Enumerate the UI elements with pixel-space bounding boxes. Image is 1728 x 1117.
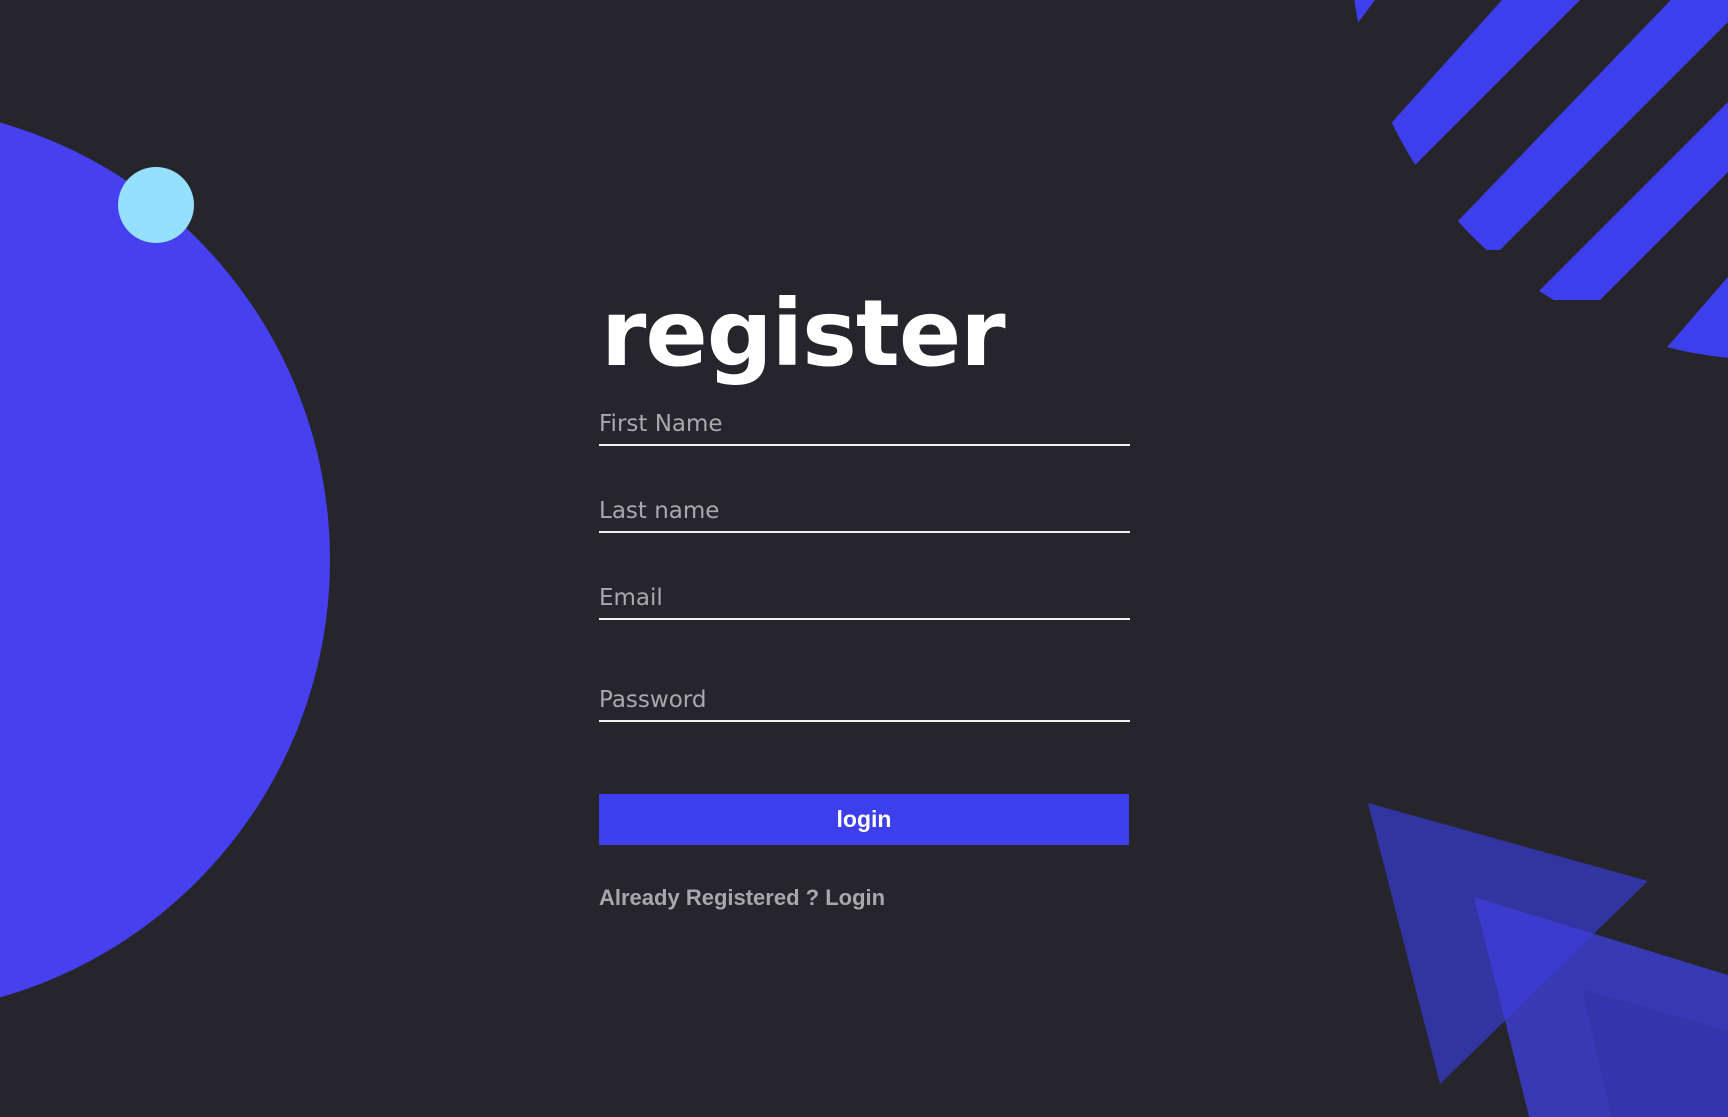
triangles-shape	[1368, 803, 1728, 1117]
last-name-field-wrapper	[599, 491, 1130, 533]
first-name-field-wrapper	[599, 404, 1130, 446]
diagonal-stripes-shape	[1350, 0, 1728, 360]
login-button[interactable]: login	[599, 794, 1129, 845]
password-field-wrapper	[599, 680, 1130, 722]
email-field-wrapper	[599, 578, 1130, 620]
already-registered-login-link[interactable]: Already Registered ? Login	[599, 885, 885, 911]
email-input[interactable]	[599, 578, 1130, 618]
password-input[interactable]	[599, 680, 1130, 720]
small-dot-shape	[118, 167, 194, 243]
register-form: register login Already Registered ? Logi…	[599, 280, 1130, 910]
last-name-input[interactable]	[599, 491, 1130, 531]
page-title: register	[601, 280, 1006, 387]
register-page: register login Already Registered ? Logi…	[0, 0, 1728, 1117]
first-name-input[interactable]	[599, 404, 1130, 444]
background-decorations	[0, 0, 1728, 1117]
